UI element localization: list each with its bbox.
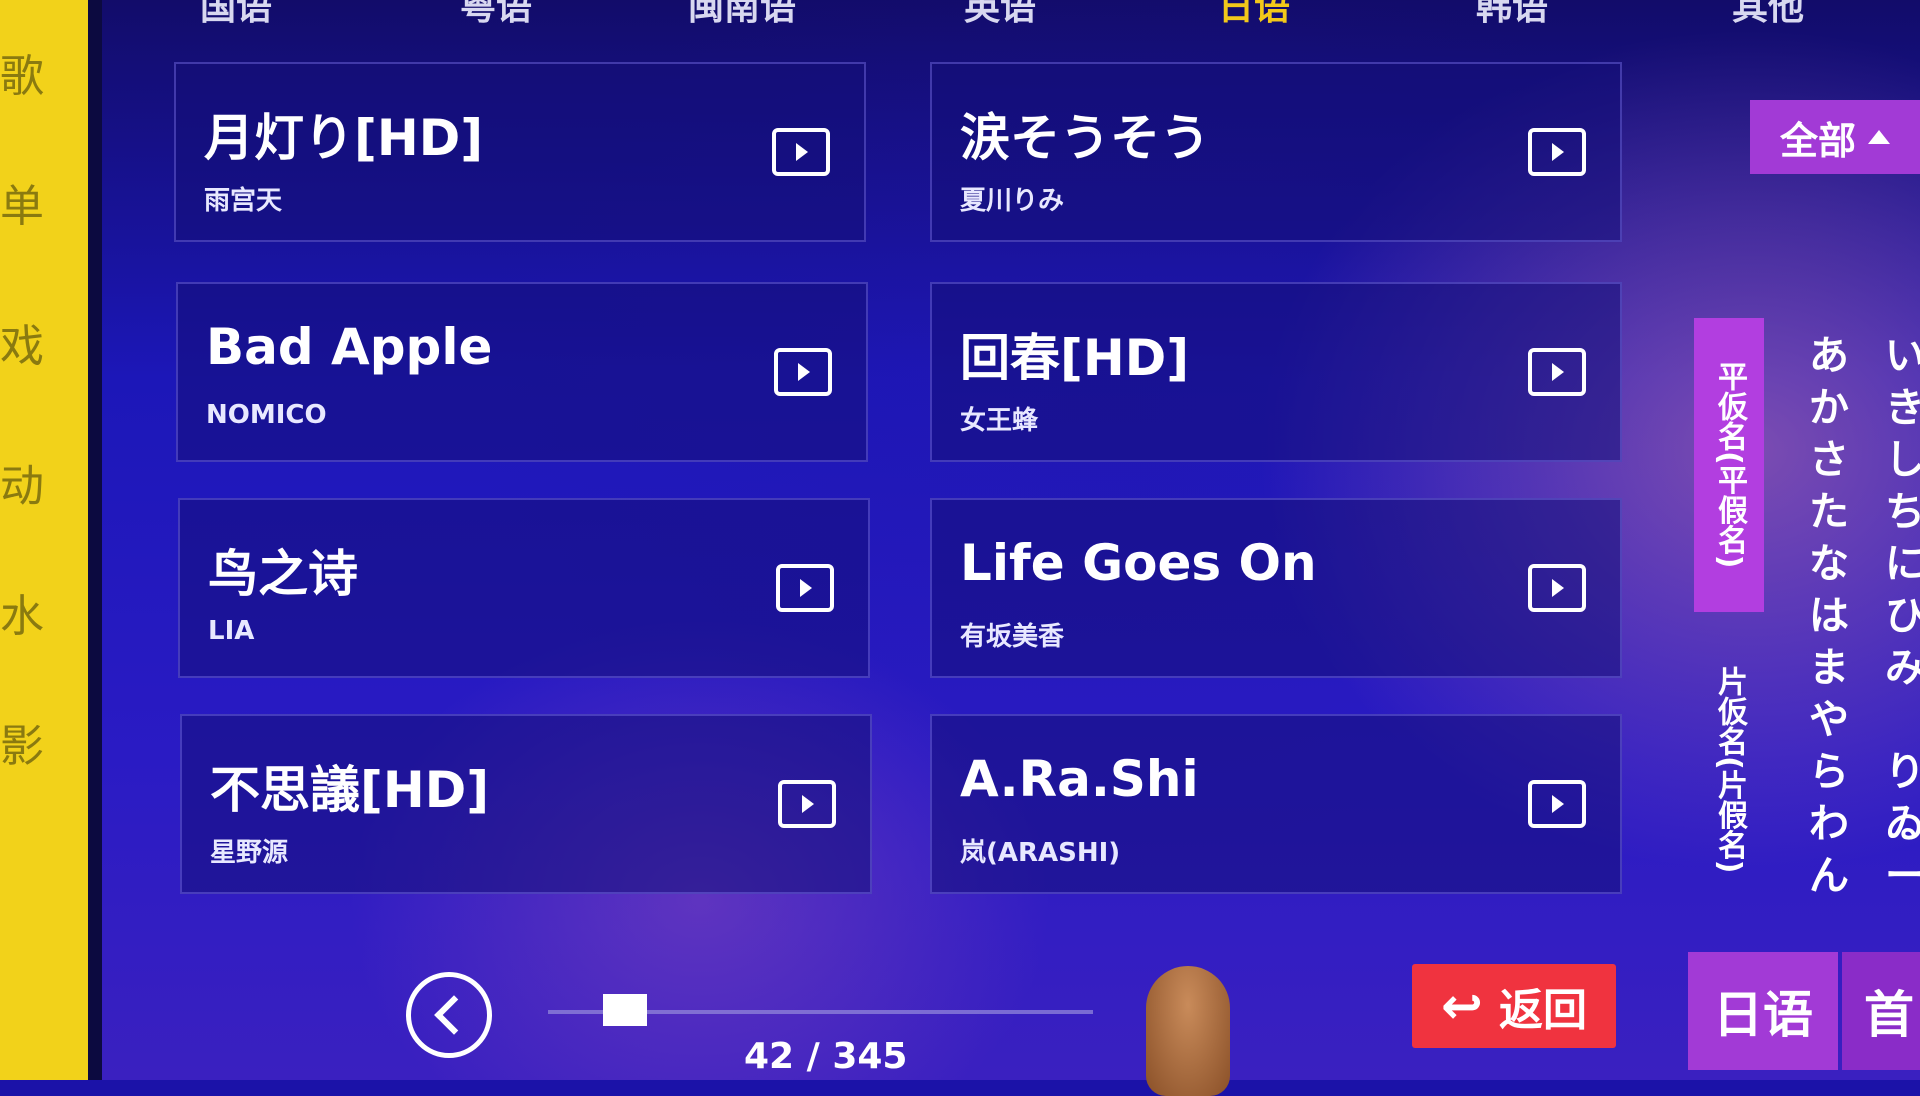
kana-key[interactable]: き (1880, 382, 1920, 434)
song-artist: 夏川りみ (960, 186, 1065, 216)
kana-key[interactable]: あ (1804, 330, 1854, 382)
strip-char: 水 (0, 591, 44, 642)
tab-mandarin[interactable]: 国语 (200, 0, 272, 30)
kana-key[interactable]: み (1880, 642, 1920, 694)
kana-key[interactable]: ひ (1880, 590, 1920, 642)
strip-divider (88, 0, 102, 1080)
chevron-left-icon (434, 995, 474, 1035)
play-icon[interactable] (1528, 128, 1586, 176)
song-title: 回春[HD] (960, 329, 1190, 387)
kana-key[interactable]: ん (1804, 850, 1854, 902)
song-title: A.Ra.Shi (960, 750, 1199, 808)
song-artist: LIA (208, 616, 255, 646)
song-card[interactable]: 鸟之诗 LIA (178, 498, 870, 678)
filter-all-button[interactable]: 全部 (1750, 100, 1920, 174)
tab-japanese[interactable]: 日语 (1218, 0, 1290, 30)
kana-key[interactable]: や (1804, 694, 1854, 746)
song-artist: NOMICO (206, 400, 327, 430)
song-card[interactable]: 涙そうそう 夏川りみ (930, 62, 1622, 242)
return-arrow-icon: ↩ (1441, 977, 1483, 1035)
kana-key[interactable]: ゐ (1880, 798, 1920, 850)
kana-key[interactable]: た (1804, 486, 1854, 538)
kana-column-i: いきしちにひみりゐー (1880, 330, 1920, 902)
song-artist: 有坂美香 (960, 622, 1065, 652)
play-icon[interactable] (772, 128, 830, 176)
song-card[interactable]: Bad Apple NOMICO (176, 282, 868, 462)
kana-key[interactable]: し (1880, 434, 1920, 486)
play-icon[interactable] (776, 564, 834, 612)
kana-key[interactable]: り (1880, 746, 1920, 798)
triangle-up-icon (1868, 130, 1890, 144)
strip-char: 戏 (0, 321, 44, 372)
kana-key[interactable]: ま (1804, 642, 1854, 694)
song-title: 鸟之诗 (208, 545, 358, 603)
song-artist: 岚(ARASHI) (960, 838, 1121, 868)
kana-key[interactable]: ー (1880, 850, 1920, 902)
song-title: Bad Apple (206, 318, 493, 376)
back-button[interactable]: ↩ 返回 (1412, 964, 1616, 1048)
kana-key[interactable]: は (1804, 590, 1854, 642)
filter-label: 全部 (1779, 118, 1856, 163)
strip-char: 单 (0, 181, 44, 232)
left-category-strip[interactable]: 歌 单 戏 动 水 影 (0, 0, 96, 1080)
kana-key[interactable]: わ (1804, 798, 1854, 850)
play-icon[interactable] (774, 348, 832, 396)
song-card[interactable]: 不思議[HD] 星野源 (180, 714, 872, 894)
play-icon[interactable] (1528, 780, 1586, 828)
back-label: 返回 (1498, 985, 1587, 1036)
song-card[interactable]: Life Goes On 有坂美香 (930, 498, 1622, 678)
kana-key[interactable]: ら (1804, 746, 1854, 798)
tab-hokkien[interactable]: 闽南语 (688, 0, 796, 30)
song-artist: 雨宫天 (204, 186, 283, 216)
strip-char: 影 (0, 721, 44, 772)
tab-korean[interactable]: 韩语 (1476, 0, 1548, 30)
page-counter: 42 / 345 (744, 1036, 908, 1077)
song-artist: 女王蜂 (960, 406, 1039, 436)
kana-key[interactable]: ち (1880, 486, 1920, 538)
tab-english[interactable]: 英语 (964, 0, 1036, 30)
language-button[interactable]: 日语 (1688, 952, 1838, 1070)
finger-photo-overlay (1146, 966, 1230, 1096)
kana-key[interactable]: さ (1804, 434, 1854, 486)
song-title: 涙そうそう (960, 109, 1210, 167)
strip-char: 动 (0, 461, 44, 512)
tab-other[interactable]: 其他 (1732, 0, 1804, 30)
kana-key[interactable]: い (1880, 330, 1920, 382)
page-slider-thumb[interactable] (603, 994, 647, 1026)
song-title: 月灯り[HD] (204, 109, 484, 167)
strip-char: 歌 (0, 51, 44, 102)
kana-key[interactable]: な (1804, 538, 1854, 590)
kana-key[interactable]: か (1804, 382, 1854, 434)
home-button[interactable]: 首 (1842, 952, 1920, 1070)
song-card[interactable]: A.Ra.Shi 岚(ARASHI) (930, 714, 1622, 894)
song-card[interactable]: 回春[HD] 女王蜂 (930, 282, 1622, 462)
play-icon[interactable] (1528, 564, 1586, 612)
song-card[interactable]: 月灯り[HD] 雨宫天 (174, 62, 866, 242)
prev-page-button[interactable] (406, 972, 492, 1058)
kana-key[interactable]: に (1880, 538, 1920, 590)
song-artist: 星野源 (210, 838, 289, 868)
tab-cantonese[interactable]: 粤语 (460, 0, 532, 30)
play-icon[interactable] (778, 780, 836, 828)
song-title: Life Goes On (960, 534, 1317, 592)
hiragana-tab[interactable]: 平仮名(平假名) (1694, 318, 1764, 612)
song-title: 不思議[HD] (210, 761, 490, 819)
kana-column-a: あかさたなはまやらわん (1804, 330, 1854, 902)
kana-key[interactable] (1880, 694, 1920, 746)
play-icon[interactable] (1528, 348, 1586, 396)
katakana-tab[interactable]: 片仮名(片假名) (1694, 640, 1764, 900)
language-tabs: 国语 粤语 闽南语 英语 日语 韩语 其他 (140, 0, 1920, 28)
